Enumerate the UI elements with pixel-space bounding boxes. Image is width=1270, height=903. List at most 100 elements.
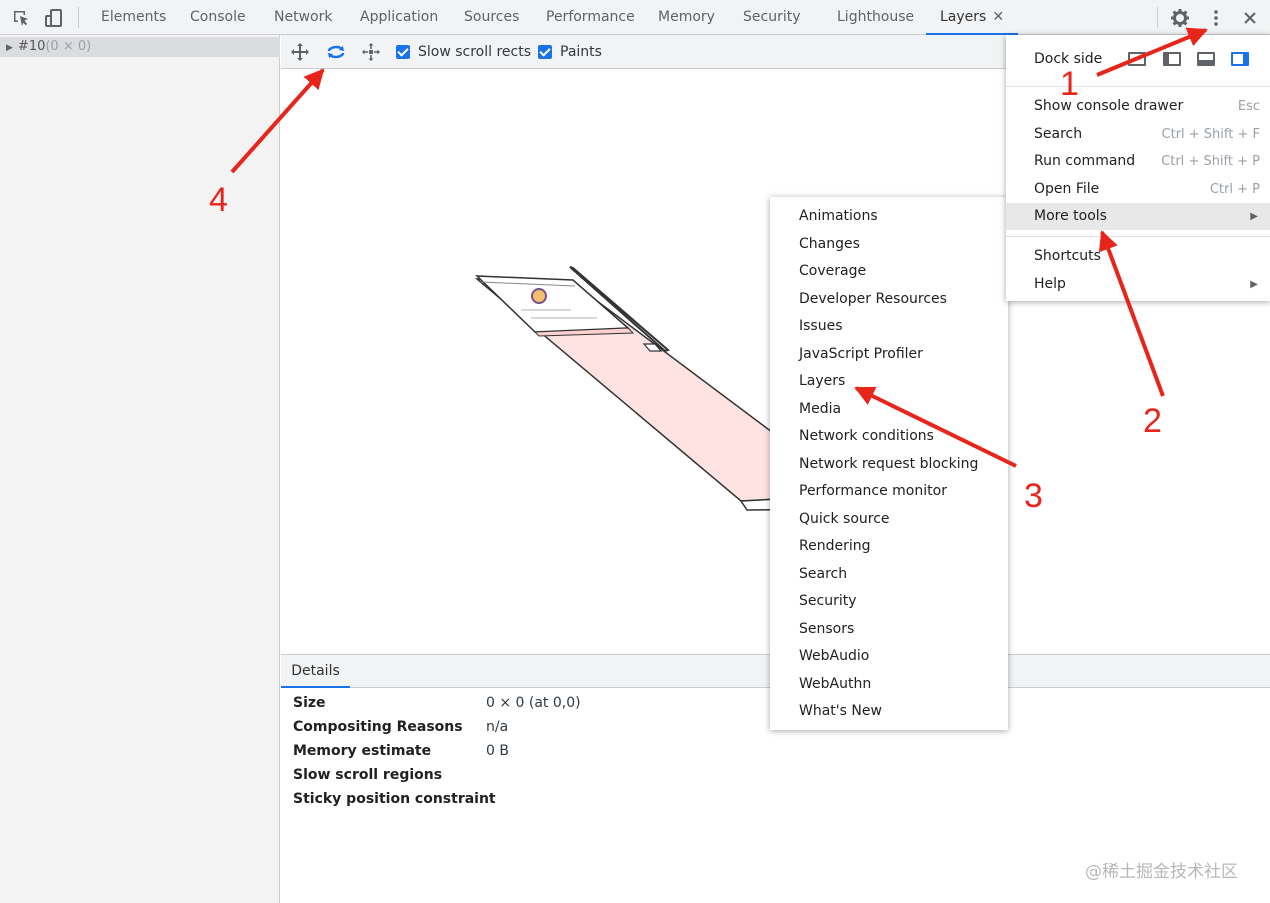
dock-left-icon[interactable] — [1163, 52, 1181, 66]
layer-tree-item[interactable]: ▶ #10(0 × 0) — [0, 37, 280, 57]
menu-item-search[interactable]: Search — [770, 561, 1008, 588]
menu-item-webaudio[interactable]: WebAudio — [770, 643, 1008, 670]
detail-row-memory-estimate: Memory estimate 0 B — [293, 741, 509, 761]
detail-row-slow-scroll-regions: Slow scroll regions — [293, 765, 486, 785]
toolbar-divider — [1157, 7, 1158, 28]
menu-item-network-request-blocking[interactable]: Network request blocking — [770, 451, 1008, 478]
menu-item-webauthn[interactable]: WebAuthn — [770, 671, 1008, 698]
menu-item-label: Shortcuts — [1034, 248, 1101, 264]
annotation-number-1: 1 — [1060, 65, 1079, 103]
reset-transform-icon[interactable] — [360, 41, 382, 63]
layer-tree-panel: ▶ #10(0 × 0) — [0, 35, 280, 903]
menu-item-issues[interactable]: Issues — [770, 313, 1008, 340]
tab-memory[interactable]: Memory — [658, 0, 715, 35]
menu-item-network-conditions[interactable]: Network conditions — [770, 423, 1008, 450]
customize-devtools-menu: Dock side Show console drawer Esc Search C… — [1006, 35, 1270, 301]
menu-item-rendering[interactable]: Rendering — [770, 533, 1008, 560]
tab-elements[interactable]: Elements — [101, 0, 166, 35]
slow-scroll-rects-label: Slow scroll rects — [418, 44, 532, 60]
menu-item-sensors[interactable]: Sensors — [770, 616, 1008, 643]
menu-item-javascript-profiler[interactable]: JavaScript Profiler — [770, 341, 1008, 368]
menu-divider — [1006, 86, 1270, 87]
shortcut-hint: Ctrl + P — [1209, 182, 1260, 197]
detail-row-compositing-reasons: Compositing Reasons n/a — [293, 717, 508, 737]
tab-performance[interactable]: Performance — [546, 0, 635, 35]
detail-value: 0 × 0 (at 0,0) — [486, 695, 581, 711]
annotation-number-3: 3 — [1024, 477, 1043, 515]
menu-item-changes[interactable]: Changes — [770, 231, 1008, 258]
layer-label: #10 — [17, 39, 46, 54]
menu-item-label: Run command — [1034, 153, 1136, 169]
menu-item-label: More tools — [1034, 208, 1107, 224]
paints-checkbox[interactable]: Paints — [538, 44, 602, 60]
close-devtools-icon[interactable] — [1239, 7, 1261, 29]
menu-item-label: Show console drawer — [1034, 98, 1184, 114]
shortcut-hint: Esc — [1237, 99, 1260, 114]
dock-right-icon[interactable] — [1231, 52, 1249, 66]
tab-sources[interactable]: Sources — [464, 0, 519, 35]
avatar — [531, 288, 547, 304]
inspect-element-icon[interactable] — [10, 7, 32, 29]
tab-application[interactable]: Application — [360, 0, 438, 35]
detail-key: Memory estimate — [293, 743, 432, 759]
tab-layers[interactable]: Layers ✕ — [926, 0, 1019, 35]
tab-console[interactable]: Console — [190, 0, 246, 35]
layer-plane-page — [475, 275, 630, 333]
layer-size: (0 × 0) — [45, 39, 92, 54]
menu-item-developer-resources[interactable]: Developer Resources — [770, 286, 1008, 313]
menu-item-run-command[interactable]: Run command Ctrl + Shift + P — [1006, 148, 1270, 175]
detail-value: n/a — [486, 719, 509, 735]
kebab-menu-icon[interactable] — [1205, 7, 1227, 29]
menu-item-animations[interactable]: Animations — [770, 203, 1008, 230]
device-toolbar-icon[interactable] — [43, 7, 65, 29]
slow-scroll-rects-checkbox[interactable]: Slow scroll rects — [396, 44, 531, 60]
expand-triangle-icon[interactable]: ▶ — [6, 43, 13, 53]
annotation-number-2: 2 — [1143, 402, 1162, 440]
menu-item-performance-monitor[interactable]: Performance monitor — [770, 478, 1008, 505]
gear-icon[interactable] — [1169, 7, 1191, 29]
tab-lighthouse[interactable]: Lighthouse — [837, 0, 914, 35]
detail-value: 0 B — [486, 743, 509, 759]
detail-row-size: Size 0 × 0 (at 0,0) — [293, 693, 581, 713]
detail-row-sticky-position: Sticky position constraint — [293, 789, 496, 809]
menu-item-label: Search — [1034, 126, 1083, 142]
tab-layers-label: Layers — [940, 9, 987, 25]
annotation-number-4: 4 — [209, 181, 228, 219]
menu-item-label: Help — [1034, 276, 1066, 292]
checkbox-checked-icon[interactable] — [538, 45, 552, 59]
dock-bottom-icon[interactable] — [1197, 52, 1215, 66]
detail-key: Sticky position constraint — [293, 791, 496, 807]
menu-divider — [1006, 236, 1270, 237]
menu-item-coverage[interactable]: Coverage — [770, 258, 1008, 285]
checkbox-checked-icon[interactable] — [396, 45, 410, 59]
undock-icon[interactable] — [1128, 52, 1146, 66]
menu-item-search[interactable]: Search Ctrl + Shift + F — [1006, 121, 1270, 148]
tab-network[interactable]: Network — [274, 0, 332, 35]
close-tab-icon[interactable]: ✕ — [992, 9, 1004, 25]
menu-item-quick-source[interactable]: Quick source — [770, 506, 1008, 533]
menu-item-open-file[interactable]: Open File Ctrl + P — [1006, 176, 1270, 203]
menu-item-media[interactable]: Media — [770, 396, 1008, 423]
detail-key: Slow scroll regions — [293, 767, 443, 783]
toolbar-divider — [78, 7, 79, 28]
menu-item-help[interactable]: Help ▶ — [1006, 271, 1270, 298]
rotate-mode-icon[interactable] — [325, 41, 347, 63]
menu-item-layers[interactable]: Layers — [770, 368, 1008, 395]
more-tools-submenu: Animations Changes Coverage Developer Re… — [770, 197, 1008, 730]
detail-key: Compositing Reasons — [293, 719, 463, 735]
tab-details[interactable]: Details — [281, 655, 350, 688]
devtools-tab-bar: Elements Console Network Application Sou… — [0, 0, 1270, 35]
menu-item-security[interactable]: Security — [770, 588, 1008, 615]
detail-key: Size — [293, 695, 326, 711]
tab-security[interactable]: Security — [743, 0, 801, 35]
pan-mode-icon[interactable] — [289, 41, 311, 63]
menu-item-whats-new[interactable]: What's New — [770, 698, 1008, 725]
menu-item-shortcuts[interactable]: Shortcuts — [1006, 243, 1270, 270]
shortcut-hint: Ctrl + Shift + P — [1161, 154, 1260, 169]
menu-item-show-console-drawer[interactable]: Show console drawer Esc — [1006, 93, 1270, 120]
watermark-text: @稀土掘金技术社区 — [1085, 862, 1238, 882]
paints-label: Paints — [560, 44, 602, 60]
shortcut-hint: Ctrl + Shift + F — [1161, 127, 1260, 142]
menu-item-more-tools[interactable]: More tools ▶ — [1006, 203, 1270, 230]
submenu-arrow-icon: ▶ — [1250, 211, 1258, 222]
